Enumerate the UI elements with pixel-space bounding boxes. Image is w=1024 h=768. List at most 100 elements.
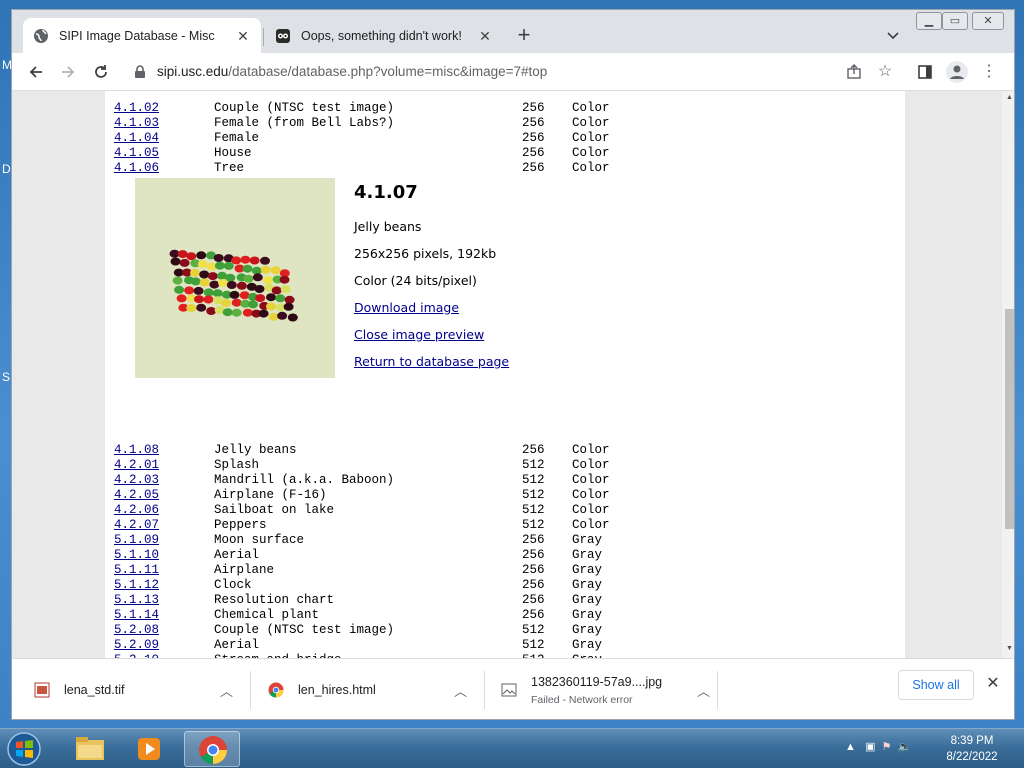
image-description: Couple (NTSC test image): [214, 623, 395, 637]
image-type: Color: [572, 161, 610, 175]
chevron-up-icon[interactable]: ︿: [454, 681, 467, 700]
download-item[interactable]: lena_std.tif ︿: [34, 667, 246, 713]
image-id-link[interactable]: 5.1.10: [114, 548, 159, 563]
image-description: Chemical plant: [214, 608, 320, 622]
browser-window: SIPI Image Database - Misc ✕ Oops, somet…: [11, 9, 1015, 720]
bookmark-star-icon[interactable]: ☆: [873, 60, 897, 84]
tab-sipi-misc[interactable]: SIPI Image Database - Misc ✕: [23, 18, 261, 54]
chevron-up-icon[interactable]: ︿: [220, 681, 233, 700]
image-id-link[interactable]: 4.1.06: [114, 161, 159, 176]
chevron-up-icon[interactable]: ︿: [697, 681, 710, 700]
tray-expand-icon[interactable]: ▲: [845, 741, 856, 753]
taskbar-chrome-button[interactable]: [184, 731, 240, 767]
image-size: 256: [522, 146, 545, 160]
close-tab-icon[interactable]: ✕: [477, 28, 493, 44]
back-arrow-icon[interactable]: [24, 60, 48, 84]
url-text[interactable]: sipi.usc.edu/database/database.php?volum…: [157, 64, 547, 79]
jelly-bean: [266, 293, 276, 302]
close-shelf-icon[interactable]: ✕: [985, 676, 1001, 692]
download-shelf: lena_std.tif ︿ len_hires.html ︿ 13823601…: [12, 658, 1014, 719]
image-id-link[interactable]: 5.1.09: [114, 533, 159, 548]
share-icon[interactable]: [842, 60, 866, 84]
reload-icon[interactable]: [89, 60, 113, 84]
browser-toolbar: sipi.usc.edu/database/database.php?volum…: [12, 53, 1014, 91]
image-id-link[interactable]: 5.1.13: [114, 593, 159, 608]
system-tray: ▲ ▣ ⚑ 🔈: [845, 740, 911, 753]
jelly-bean: [222, 308, 233, 317]
close-tab-icon[interactable]: ✕: [235, 28, 251, 44]
jelly-bean: [203, 288, 214, 297]
image-size: 256: [522, 608, 545, 622]
forward-arrow-icon[interactable]: [56, 60, 80, 84]
image-id-link[interactable]: 4.2.07: [114, 518, 159, 533]
image-id-link[interactable]: 4.1.05: [114, 146, 159, 161]
image-id-link[interactable]: 4.2.05: [114, 488, 159, 503]
vertical-scrollbar[interactable]: ▲ ▼: [1002, 91, 1014, 658]
image-type: Gray: [572, 533, 603, 547]
image-id-link[interactable]: 4.1.04: [114, 131, 159, 146]
jelly-bean: [176, 294, 187, 303]
kebab-menu-icon[interactable]: ⋮: [977, 60, 1001, 84]
page-content: 4.1.02 Couple (NTSC test image) 256 Color 4.…: [105, 91, 905, 658]
image-info-panel: 4.1.07 Jelly beans 256x256 pixels, 192kb…: [354, 182, 509, 381]
image-id-link[interactable]: 4.1.08: [114, 443, 159, 458]
download-item[interactable]: len_hires.html ︿: [268, 667, 478, 713]
jelly-bean: [258, 309, 269, 318]
scroll-down-arrow-icon[interactable]: ▼: [1005, 645, 1014, 655]
taskbar-media-player-button[interactable]: [122, 731, 178, 767]
jelly-bean: [223, 261, 234, 270]
tab-oops[interactable]: Oops, something didn't work! ✕: [265, 18, 503, 54]
image-id-link[interactable]: 5.1.11: [114, 563, 159, 578]
show-all-button[interactable]: Show all: [898, 670, 974, 700]
jelly-bean: [177, 250, 188, 259]
image-size: 512: [522, 638, 545, 652]
image-type: Gray: [572, 548, 603, 562]
download-item-failed[interactable]: 1382360119-57a9....jpg Failed - Network …: [501, 667, 721, 713]
image-type: Color: [572, 101, 610, 115]
jelly-bean: [221, 299, 232, 307]
jelly-bean: [207, 272, 218, 281]
lock-icon[interactable]: [134, 65, 146, 79]
image-id-link[interactable]: 4.1.02: [114, 101, 159, 116]
download-image-link[interactable]: Download image: [354, 300, 459, 315]
scrollbar-thumb[interactable]: [1005, 309, 1014, 529]
volume-icon[interactable]: 🔈: [898, 741, 912, 753]
image-id-link[interactable]: 4.2.01: [114, 458, 159, 473]
tab-strip: SIPI Image Database - Misc ✕ Oops, somet…: [12, 10, 1014, 54]
jelly-bean: [231, 256, 242, 265]
image-id-heading: 4.1.07: [354, 182, 418, 203]
minimize-button[interactable]: ▁: [916, 12, 942, 30]
tab-search-chevron-icon[interactable]: [886, 28, 902, 44]
new-tab-plus-icon[interactable]: +: [512, 24, 536, 48]
image-type: Color: [572, 503, 610, 517]
image-size: 512: [522, 623, 545, 637]
media-player-icon: [138, 738, 160, 760]
maximize-button[interactable]: ▭: [942, 12, 968, 30]
return-to-database-link[interactable]: Return to database page: [354, 354, 509, 369]
scroll-up-arrow-icon[interactable]: ▲: [1005, 94, 1014, 104]
image-id-link[interactable]: 5.1.14: [114, 608, 159, 623]
image-id-link[interactable]: 5.2.09: [114, 638, 159, 653]
jelly-bean: [255, 294, 266, 303]
jelly-bean: [263, 276, 274, 285]
jelly-bean: [190, 268, 200, 277]
profile-avatar-icon[interactable]: [945, 60, 969, 84]
image-type: Gray: [572, 593, 603, 607]
desktop-icon-label[interactable]: D: [2, 162, 11, 176]
taskbar-explorer-button[interactable]: [62, 731, 118, 767]
jelly-bean: [242, 308, 253, 317]
close-preview-link[interactable]: Close image preview: [354, 327, 484, 342]
image-id-link[interactable]: 4.1.03: [114, 116, 159, 131]
start-button[interactable]: [4, 730, 44, 768]
image-id-link[interactable]: 5.2.08: [114, 623, 159, 638]
taskbar-clock[interactable]: 8:39 PM 8/22/2022: [930, 733, 1014, 765]
address-bar[interactable]: sipi.usc.edu/database/database.php?volum…: [124, 57, 894, 87]
close-window-button[interactable]: ✕: [972, 12, 1004, 30]
image-id-link[interactable]: 4.2.03: [114, 473, 159, 488]
network-icon[interactable]: ▣: [865, 741, 875, 753]
action-center-flag-icon[interactable]: ⚑: [882, 741, 892, 753]
image-id-link[interactable]: 4.2.06: [114, 503, 159, 518]
side-panel-icon[interactable]: [913, 60, 937, 84]
desktop-icon-label[interactable]: S: [2, 370, 10, 384]
image-id-link[interactable]: 5.1.12: [114, 578, 159, 593]
